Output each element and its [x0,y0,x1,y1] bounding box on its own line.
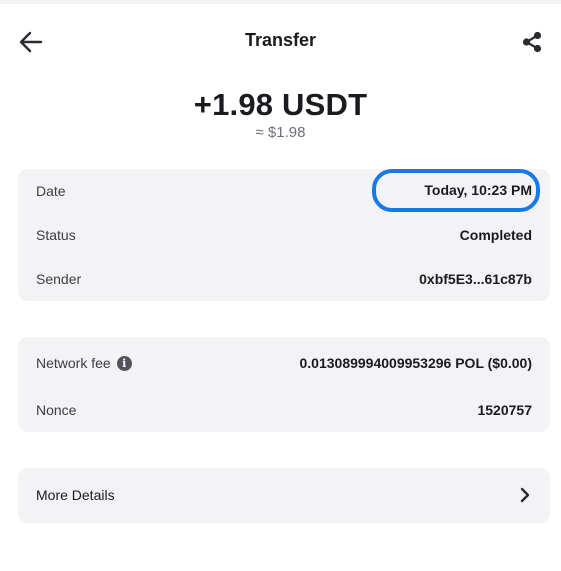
more-details-button[interactable]: More Details [36,483,532,507]
status-strip [0,0,561,4]
transaction-details-card: Date Today, 10:23 PM Status Completed Se… [18,169,550,301]
sender-row[interactable]: Sender 0xbf5E3...61c87b [36,267,532,291]
share-icon [522,31,542,53]
network-fee-row: Network fee i 0.013089994009953296 POL (… [36,351,532,375]
status-value: Completed [459,227,532,243]
status-row: Status Completed [36,223,532,247]
network-fee-value: 0.013089994009953296 POL ($0.00) [299,355,533,371]
transfer-detail-screen: Transfer +1.98 USDT ≈ $1.98 Date Today, … [0,0,561,571]
info-icon[interactable]: i [116,355,132,371]
sender-address[interactable]: 0xbf5E3...61c87b [419,271,532,287]
header: Transfer [0,18,561,64]
amount-block: +1.98 USDT ≈ $1.98 [0,86,561,142]
fee-details-card: Network fee i 0.013089994009953296 POL (… [18,337,550,432]
page-title: Transfer [244,30,317,50]
date-label: Date [36,183,66,199]
nonce-label: Nonce [36,402,77,418]
more-details-label: More Details [36,487,115,503]
nonce-row: Nonce 1520757 [36,398,532,422]
more-details-card[interactable]: More Details [18,468,550,523]
nonce-value: 1520757 [477,402,532,418]
date-value-wrap: Today, 10:23 PM [372,169,540,212]
transfer-amount: +1.98 USDT [193,87,368,122]
share-button[interactable] [517,28,547,56]
network-fee-label: Network fee [36,355,111,371]
date-value: Today, 10:23 PM [424,182,532,198]
chevron-right-icon [520,487,530,503]
date-row: Date Today, 10:23 PM [36,169,540,212]
network-fee-label-group: Network fee i [36,355,132,371]
status-label: Status [36,227,76,243]
sender-label: Sender [36,271,82,287]
fiat-amount: ≈ $1.98 [255,124,306,141]
